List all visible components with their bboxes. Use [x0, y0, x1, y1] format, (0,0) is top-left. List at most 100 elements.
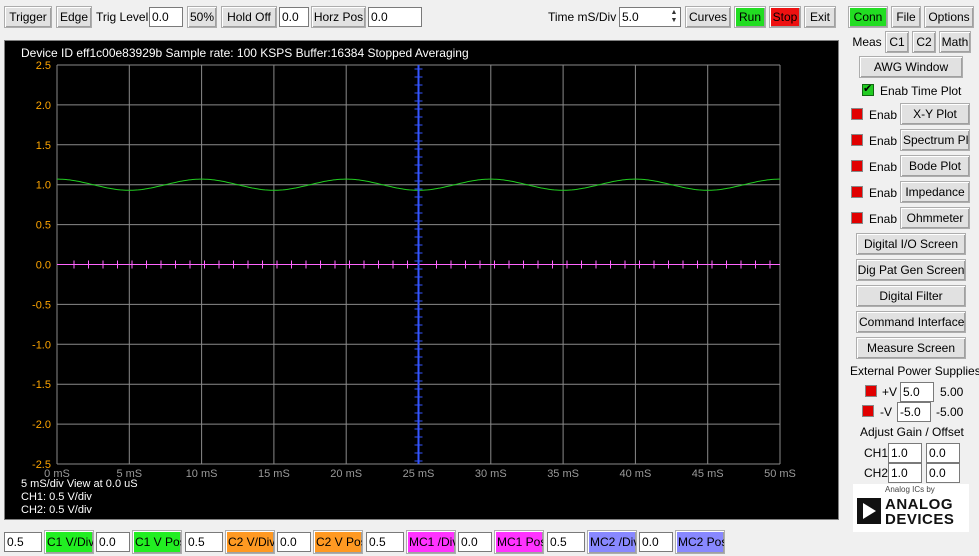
y-axis-ticks: 2.52.01.51.00.50.0-0.5-1.0-1.5-2.0-2.5: [32, 60, 51, 471]
dig-pat-gen-button[interactable]: Dig Pat Gen Screen: [856, 259, 966, 281]
y-tick-label: 0.0: [36, 260, 51, 272]
mc1-div-input[interactable]: 0.5: [366, 532, 404, 552]
trig-level-label: Trig Level: [96, 10, 149, 24]
spectrum-enable-toggle[interactable]: [851, 134, 863, 146]
y-tick-label: 1.5: [36, 140, 51, 152]
options-button[interactable]: Options: [924, 6, 974, 28]
y-tick-label: -1.5: [32, 379, 51, 391]
ch1-gain-input[interactable]: 1.0: [888, 443, 922, 463]
footer-ch1-scale: CH1: 0.5 V/div: [21, 491, 92, 503]
plus-v-label: +V: [882, 385, 898, 399]
x-tick-label: 35 mS: [547, 468, 579, 480]
hold-off-input[interactable]: 0.0: [279, 7, 309, 27]
c2-vpos-button[interactable]: C2 V Pos: [313, 530, 363, 554]
c1-vpos-button[interactable]: C1 V Pos: [132, 530, 182, 554]
ohmmeter-button[interactable]: Ohmmeter: [900, 207, 970, 229]
ch2-offset-input[interactable]: 0.0: [926, 463, 960, 483]
c1-vdiv-button[interactable]: C1 V/Div: [44, 530, 94, 554]
enab-time-plot-label: Enab Time Plot: [880, 84, 962, 98]
x-tick-label: 45 mS: [692, 468, 724, 480]
impedance-button[interactable]: Impedance: [900, 181, 970, 203]
spectrum-plot-button[interactable]: Spectrum Plot: [900, 129, 970, 151]
conn-button[interactable]: Conn: [848, 6, 888, 28]
status-line: Device ID eff1c00e83929b Sample rate: 10…: [21, 46, 469, 60]
enab-label-bode: Enab: [869, 160, 898, 174]
x-axis-ticks: 0 mS 5 mS 10 mS 15 mS 20 mS 25 mS 30 mS 35 mS 40…: [44, 468, 796, 480]
bode-enable-toggle[interactable]: [851, 160, 863, 172]
ch1-offset-input[interactable]: 0.0: [926, 443, 960, 463]
mc1-pos-input[interactable]: 0.0: [458, 532, 492, 552]
digital-filter-button[interactable]: Digital Filter: [856, 285, 966, 307]
exit-button[interactable]: Exit: [804, 6, 836, 28]
ohmmeter-enable-toggle[interactable]: [851, 212, 863, 224]
math-tab[interactable]: Math: [939, 31, 971, 53]
stop-button[interactable]: Stop: [769, 6, 801, 28]
spin-up-icon[interactable]: ▲: [669, 9, 679, 17]
y-tick-label: 2.5: [36, 60, 51, 72]
awg-window-button[interactable]: AWG Window: [859, 56, 963, 78]
mc1-div-button[interactable]: MC1 /Div: [406, 530, 456, 554]
horz-pos-input[interactable]: 0.0: [368, 7, 422, 27]
external-power-heading: External Power Supplies: [850, 364, 979, 378]
y-tick-label: -0.5: [32, 299, 51, 311]
c1-vpos-input[interactable]: 0.0: [96, 532, 130, 552]
meas-tab[interactable]: Meas: [850, 32, 884, 52]
xy-plot-button[interactable]: X-Y Plot: [900, 103, 970, 125]
y-tick-label: 1.0: [36, 180, 51, 192]
footer-ch2-scale: CH2: 0.5 V/div: [21, 504, 92, 516]
mc2-pos-button[interactable]: MC2 Pos: [675, 530, 725, 554]
fifty-percent-button[interactable]: 50%: [187, 6, 217, 28]
plus-v-readout: 5.00: [940, 385, 964, 399]
plus-v-enable-toggle[interactable]: [865, 385, 877, 397]
horz-pos-button[interactable]: Horz Pos: [311, 6, 366, 28]
ch1-gain-label: CH1: [864, 446, 889, 460]
enab-label-ohmmeter: Enab: [869, 212, 898, 226]
y-tick-label: -1.0: [32, 339, 51, 351]
digital-io-button[interactable]: Digital I/O Screen: [856, 233, 966, 255]
command-interface-button[interactable]: Command Interface: [856, 311, 966, 333]
ch2-gain-input[interactable]: 1.0: [888, 463, 922, 483]
y-tick-label: -2.0: [32, 419, 51, 431]
minus-v-input[interactable]: -5.0: [897, 402, 931, 422]
logo-caption: Analog ICs by: [885, 485, 935, 494]
c1-tab[interactable]: C1: [885, 31, 909, 53]
xy-plot-enable-toggle[interactable]: [851, 108, 863, 120]
enab-label-impedance: Enab: [869, 186, 898, 200]
mc2-div-button[interactable]: MC2 /Div: [587, 530, 637, 554]
time-div-value: 5.0: [622, 10, 639, 24]
ch2-gain-label: CH2: [864, 466, 889, 480]
curves-button[interactable]: Curves: [685, 6, 731, 28]
enab-label-spectrum: Enab: [869, 134, 898, 148]
c2-vdiv-button[interactable]: C2 V/Div: [225, 530, 275, 554]
impedance-enable-toggle[interactable]: [851, 186, 863, 198]
mc2-div-input[interactable]: 0.5: [547, 532, 585, 552]
x-tick-label: 20 mS: [330, 468, 362, 480]
y-tick-label: 0.5: [36, 220, 51, 232]
x-tick-label: 50 mS: [764, 468, 796, 480]
measure-screen-button[interactable]: Measure Screen: [856, 337, 966, 359]
c2-tab[interactable]: C2: [912, 31, 936, 53]
plus-v-input[interactable]: 5.0: [900, 382, 934, 402]
c1-vdiv-input[interactable]: 0.5: [4, 532, 42, 552]
run-button[interactable]: Run: [734, 6, 766, 28]
minus-v-label: -V: [880, 405, 892, 419]
x-tick-label: 10 mS: [186, 468, 218, 480]
spin-down-icon[interactable]: ▼: [669, 17, 679, 25]
c2-vdiv-input[interactable]: 0.5: [185, 532, 223, 552]
time-div-label: Time mS/Div: [548, 10, 617, 24]
mc2-pos-input[interactable]: 0.0: [639, 532, 673, 552]
hold-off-button[interactable]: Hold Off: [221, 6, 277, 28]
file-button[interactable]: File: [891, 6, 921, 28]
mc1-pos-button[interactable]: MC1 Pos: [494, 530, 544, 554]
c2-vpos-input[interactable]: 0.0: [277, 532, 311, 552]
x-tick-label: 15 mS: [258, 468, 290, 480]
trig-level-input[interactable]: 0.0: [149, 7, 183, 27]
time-div-spinbox[interactable]: 5.0 ▲ ▼: [619, 7, 681, 27]
enab-label-xy: Enab: [869, 108, 898, 122]
trigger-button[interactable]: Trigger: [4, 6, 52, 28]
logo-line-devices: DEVICES: [885, 511, 955, 528]
edge-button[interactable]: Edge: [56, 6, 92, 28]
x-tick-label: 40 mS: [620, 468, 652, 480]
bode-plot-button[interactable]: Bode Plot: [900, 155, 970, 177]
minus-v-enable-toggle[interactable]: [862, 405, 874, 417]
